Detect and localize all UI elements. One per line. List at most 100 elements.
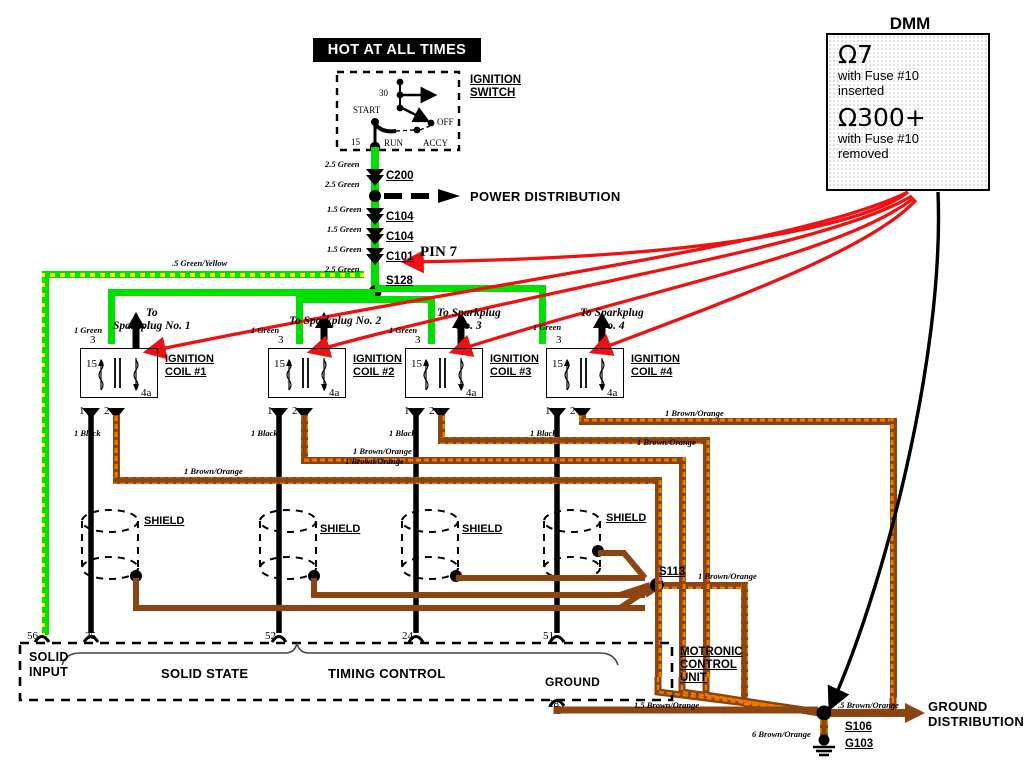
- coil-2-black-wire-label: 1 Black: [251, 428, 278, 438]
- coil-2-terminal-2: 2: [292, 405, 298, 417]
- switch-terminal-30: 30: [379, 88, 388, 98]
- ignition-coil-2-name: IGNITION COIL #2: [353, 353, 402, 378]
- sparkplug-1-label: To Sparkplug No. 1: [113, 307, 191, 332]
- connector-c101: C101: [386, 251, 414, 263]
- coil-4-terminal-15: 15: [552, 358, 563, 370]
- dmm-reading-fuse-removed: Ω300+: [838, 103, 926, 132]
- mcu-pin-24: 24: [402, 630, 413, 642]
- s113-fan: [618, 582, 652, 611]
- wire-label-15green-b: 1.5 Green: [327, 224, 362, 234]
- coil-1-terminal-2: 2: [104, 405, 110, 417]
- mcu-pin-52: 52: [265, 630, 276, 642]
- wire-label-15green-a: 1.5 Green: [327, 204, 362, 214]
- wire-label-25green-a: 2.5 Green: [325, 159, 360, 169]
- mcu-pin-28: 28: [548, 698, 559, 710]
- coil-3-terminal-15: 15: [411, 358, 422, 370]
- switch-terminal-15: 15: [351, 137, 360, 147]
- ignition-switch-name: IGNITION SWITCH: [470, 74, 522, 99]
- mcu-solid-input-label: SOLID INPUT: [29, 650, 69, 679]
- mcu-pin-25: 25: [85, 630, 96, 642]
- coil-2-terminal-4a: 4a: [329, 387, 340, 399]
- coil-4-terminal-4a: 4a: [607, 387, 618, 399]
- coil-4-terminal-3: 3: [556, 334, 562, 346]
- motronic-control-unit-name: MOTRONIC CONTROL UNIT: [680, 646, 743, 684]
- coil-2-terminal-1: 1: [267, 405, 273, 417]
- switch-position-run: RUN: [384, 138, 404, 148]
- mcu-solid-state-label: SOLID STATE: [161, 666, 249, 681]
- mcu-timing-control-label: TIMING CONTROL: [328, 666, 446, 681]
- connector-c104-a: C104: [386, 211, 414, 223]
- sparkplug-2-label: To Sparkplug No. 2: [289, 315, 382, 327]
- wire-label-25green-b: 2.5 Green: [325, 179, 360, 189]
- coil-4-terminal-2: 2: [570, 405, 576, 417]
- ground-g103-label: G103: [845, 738, 874, 750]
- bo-return-wires: [113, 415, 897, 698]
- coil-1-terminal-3: 3: [90, 334, 96, 346]
- sparkplug-4-label: To Sparkplug No. 4: [580, 307, 644, 332]
- coil-1-terminal-15: 15: [86, 358, 97, 370]
- coil-1-terminal-4a: 4a: [141, 387, 152, 399]
- coil-3-terminal-1: 1: [404, 405, 410, 417]
- mcu-pin-56: 56: [27, 630, 38, 642]
- pin7-label: PIN 7: [420, 244, 458, 260]
- mcu-ground-label: GROUND: [545, 675, 601, 689]
- coil-4-terminal-1: 1: [545, 405, 551, 417]
- coil-4-black-wire-label: 1 Black: [530, 428, 557, 438]
- wiring-diagram-canvas: HOT AT ALL TIMES DMM Ω7 with Fuse #10 in…: [0, 0, 1024, 780]
- dmm-readout-box: Ω7 with Fuse #10 inserted Ω300+ with Fus…: [826, 33, 990, 191]
- coil-3-terminal-3: 3: [415, 334, 421, 346]
- switch-position-accy: ACCY: [423, 138, 449, 148]
- mcu-ground-wire-label: 1.5 Brown/Orange: [634, 700, 700, 710]
- coil-2-terminal-3: 3: [278, 334, 284, 346]
- connector-c200: C200: [386, 170, 414, 182]
- splice-s106-label: S106: [845, 721, 872, 733]
- coil-1-terminal-1: 1: [79, 405, 85, 417]
- dmm-reading-fuse-inserted: Ω7: [838, 40, 874, 69]
- g103-symbol: [813, 734, 835, 757]
- coil-1-feed-wire-label: 1 Green: [74, 325, 103, 335]
- bo-wire-label-1: 1 Brown/Orange: [665, 408, 724, 418]
- wire-label-25green-c: 2.5 Green: [325, 264, 360, 274]
- coil-2-terminal-15: 15: [274, 358, 285, 370]
- wire-label-green-yellow: .5 Green/Yellow: [172, 258, 228, 268]
- sparkplug-3-label: To Sparkplug No. 3: [437, 307, 501, 332]
- dmm-black-lead: [827, 191, 941, 712]
- dmm-note1-line2: inserted: [838, 83, 885, 98]
- mcu-pin-51: 51: [543, 630, 554, 642]
- switch-position-off: OFF: [437, 117, 454, 127]
- wire-label-15green-c: 1.5 Green: [327, 244, 362, 254]
- hot-at-all-times-banner: HOT AT ALL TIMES: [313, 38, 481, 62]
- s106-out-wire-label: .5 Brown/Orange: [838, 700, 899, 710]
- switch-position-start: START: [353, 105, 381, 115]
- connector-c104-b: C104: [386, 231, 414, 243]
- coil-1-black-wire-label: 1 Black: [74, 428, 101, 438]
- splice-s128-label: S128: [386, 275, 413, 287]
- ignition-coil-4-name: IGNITION COIL #4: [631, 353, 680, 378]
- coil-2-feed-wire-label: 1 Green: [251, 325, 280, 335]
- shield-4-label: SHIELD: [606, 512, 647, 524]
- coil-1-bo-wire-label: 1 Brown/Orange: [184, 466, 243, 476]
- shield-2-label: SHIELD: [320, 523, 361, 535]
- bo-wire-label-3: 1 Brown/Orange: [345, 456, 404, 466]
- shield-ground-wires: [133, 550, 662, 611]
- coil-3-terminal-4a: 4a: [466, 387, 477, 399]
- coil-3-black-wire-label: 1 Black: [389, 428, 416, 438]
- bo-wire-label-2: 1 Brown/Orange: [637, 437, 696, 447]
- s113-out-wire-label: 1 Brown/Orange: [698, 571, 757, 581]
- power-distribution-label: POWER DISTRIBUTION: [470, 189, 621, 204]
- coil-4-feed-wire-label: 1 Green: [533, 322, 562, 332]
- shield-1-label: SHIELD: [144, 515, 185, 527]
- splice-s113-label: S113: [659, 566, 686, 578]
- ignition-coil-1-name: IGNITION COIL #1: [165, 353, 214, 378]
- ignition-coil-3-name: IGNITION COIL #3: [490, 353, 539, 378]
- g103-wire-label: 6 Brown/Orange: [752, 729, 811, 739]
- coil-3-terminal-2: 2: [429, 405, 435, 417]
- coil-2-bo-wire-label: 1 Brown/Orange: [353, 446, 412, 456]
- dmm-note2-line2: removed: [838, 146, 889, 161]
- shield-3-label: SHIELD: [462, 523, 503, 535]
- coil-3-feed-wire-label: 1 Green: [389, 325, 418, 335]
- ground-distribution-label: GROUND DISTRIBUTION: [928, 699, 1024, 729]
- dmm-note1-line1: with Fuse #10: [838, 68, 919, 83]
- s106-node: [816, 705, 832, 721]
- dmm-note2-line1: with Fuse #10: [838, 131, 919, 146]
